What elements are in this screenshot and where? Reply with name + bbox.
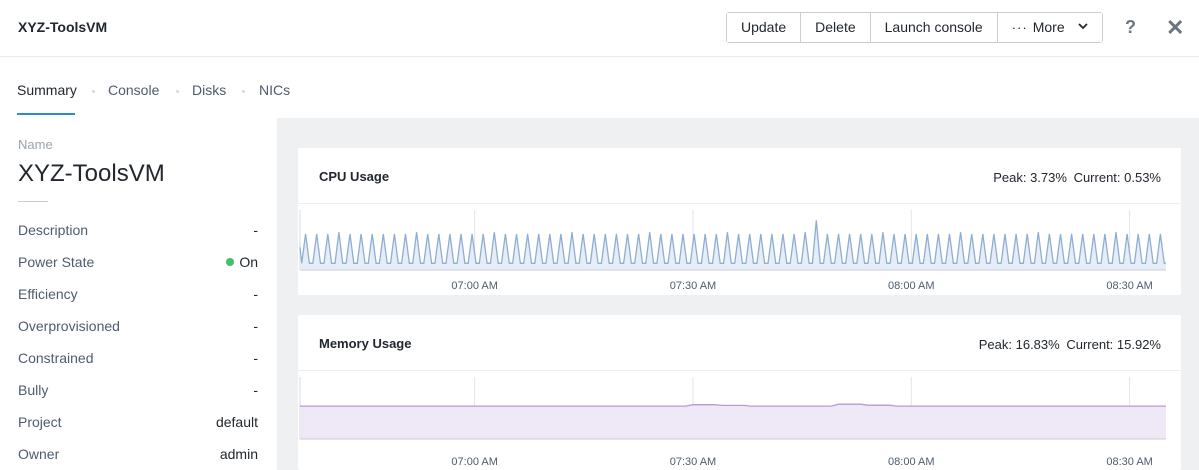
property-value: admin <box>219 446 258 462</box>
property-value: - <box>253 286 258 302</box>
property-row-description: Description - <box>18 222 258 242</box>
memory-peak-value: Peak: 16.83% <box>978 337 1060 352</box>
top-bar: XYZ-ToolsVM Update Delete Launch console… <box>0 0 1199 57</box>
tab-separator <box>242 90 245 93</box>
chevron-down-icon <box>1078 13 1088 42</box>
launch-console-button[interactable]: Launch console <box>870 13 998 42</box>
property-key: Power State <box>18 254 95 270</box>
property-value: - <box>253 222 258 238</box>
property-row-constrained: Constrained - <box>18 350 258 370</box>
charts-panel: CPU Usage Peak: 3.73% Current: 0.53% 07:… <box>277 118 1199 470</box>
tab-summary[interactable]: Summary <box>17 82 77 98</box>
card-header: Memory Usage Peak: 16.83% Current: 15.92… <box>298 315 1181 371</box>
property-key: Description <box>18 222 89 238</box>
memory-x-tick-label: 08:00 AM <box>888 456 934 468</box>
memory-x-tick-label: 07:00 AM <box>451 456 497 468</box>
cpu-x-tick-label: 08:30 AM <box>1106 280 1152 292</box>
active-tab-indicator <box>17 113 75 115</box>
cpu-x-tick-label: 07:30 AM <box>670 280 716 292</box>
property-value: - <box>253 350 258 366</box>
memory-area <box>300 404 1166 439</box>
memory-usage-card: Memory Usage Peak: 16.83% Current: 15.92… <box>298 315 1181 470</box>
tab-bar: Summary Console Disks NICs <box>0 58 1199 118</box>
property-row-overprovisioned: Overprovisioned - <box>18 318 258 338</box>
more-dots-icon: ··· <box>1011 20 1028 35</box>
property-key: Bully <box>18 382 49 398</box>
property-row-project: Project default <box>18 414 258 434</box>
delete-button[interactable]: Delete <box>801 13 871 42</box>
power-state-value: On <box>226 254 258 270</box>
memory-x-tick-label: 08:30 AM <box>1106 456 1152 468</box>
update-button[interactable]: Update <box>727 13 802 42</box>
cpu-usage-stats: Peak: 3.73% Current: 0.53% <box>990 170 1161 185</box>
memory-current-value: Current: 15.92% <box>1066 337 1161 352</box>
card-header: CPU Usage Peak: 3.73% Current: 0.53% <box>298 148 1181 204</box>
property-row-power-state: Power State On <box>18 254 258 274</box>
power-on-status-icon <box>226 258 235 266</box>
tab-separator <box>92 90 95 93</box>
cpu-usage-chart[interactable]: 07:00 AM 07:30 AM 08:00 AM 08:30 AM <box>298 204 1181 295</box>
memory-usage-chart[interactable]: 07:00 AM 07:30 AM 08:00 AM 08:30 AM <box>298 371 1181 470</box>
name-divider <box>18 201 48 202</box>
tab-console[interactable]: Console <box>108 82 159 98</box>
tab-disks[interactable]: Disks <box>192 82 226 98</box>
cpu-x-tick-label: 08:00 AM <box>888 280 934 292</box>
cpu-x-tick-label: 07:00 AM <box>451 280 497 292</box>
property-row-owner: Owner admin <box>18 446 258 466</box>
property-key: Owner <box>18 446 60 462</box>
cpu-usage-card: CPU Usage Peak: 3.73% Current: 0.53% 07:… <box>298 148 1181 295</box>
property-key: Project <box>18 414 62 430</box>
memory-usage-stats: Peak: 16.83% Current: 15.92% <box>976 337 1161 352</box>
memory-x-tick-label: 07:30 AM <box>670 456 716 468</box>
more-button[interactable]: ··· More <box>997 13 1102 42</box>
memory-series-line <box>300 403 1166 407</box>
action-button-group: Update Delete Launch console ··· More <box>726 12 1103 43</box>
property-key: Constrained <box>18 350 94 366</box>
property-key: Efficiency <box>18 286 78 302</box>
cpu-peak-value: Peak: 3.73% <box>993 170 1067 185</box>
property-row-efficiency: Efficiency - <box>18 286 258 306</box>
tab-nics[interactable]: NICs <box>259 82 290 98</box>
property-value: On <box>239 254 258 270</box>
property-value: default <box>215 414 258 430</box>
tab-separator <box>176 90 179 93</box>
vm-title: XYZ-ToolsVM <box>18 19 108 35</box>
help-icon[interactable]: ? <box>1125 17 1136 38</box>
cpu-usage-title: CPU Usage <box>319 169 390 184</box>
memory-usage-title: Memory Usage <box>319 336 412 351</box>
cpu-current-value: Current: 0.53% <box>1073 170 1161 185</box>
name-label: Name <box>18 137 53 152</box>
property-row-bully: Bully - <box>18 382 258 402</box>
property-key: Overprovisioned <box>18 318 120 334</box>
close-icon[interactable]: ✕ <box>1166 15 1184 41</box>
property-value: - <box>253 318 258 334</box>
more-label: More <box>1032 19 1065 35</box>
property-value: - <box>253 382 258 398</box>
name-value: XYZ-ToolsVM <box>18 160 165 187</box>
summary-panel: Name XYZ-ToolsVM Description - Power Sta… <box>0 118 277 470</box>
